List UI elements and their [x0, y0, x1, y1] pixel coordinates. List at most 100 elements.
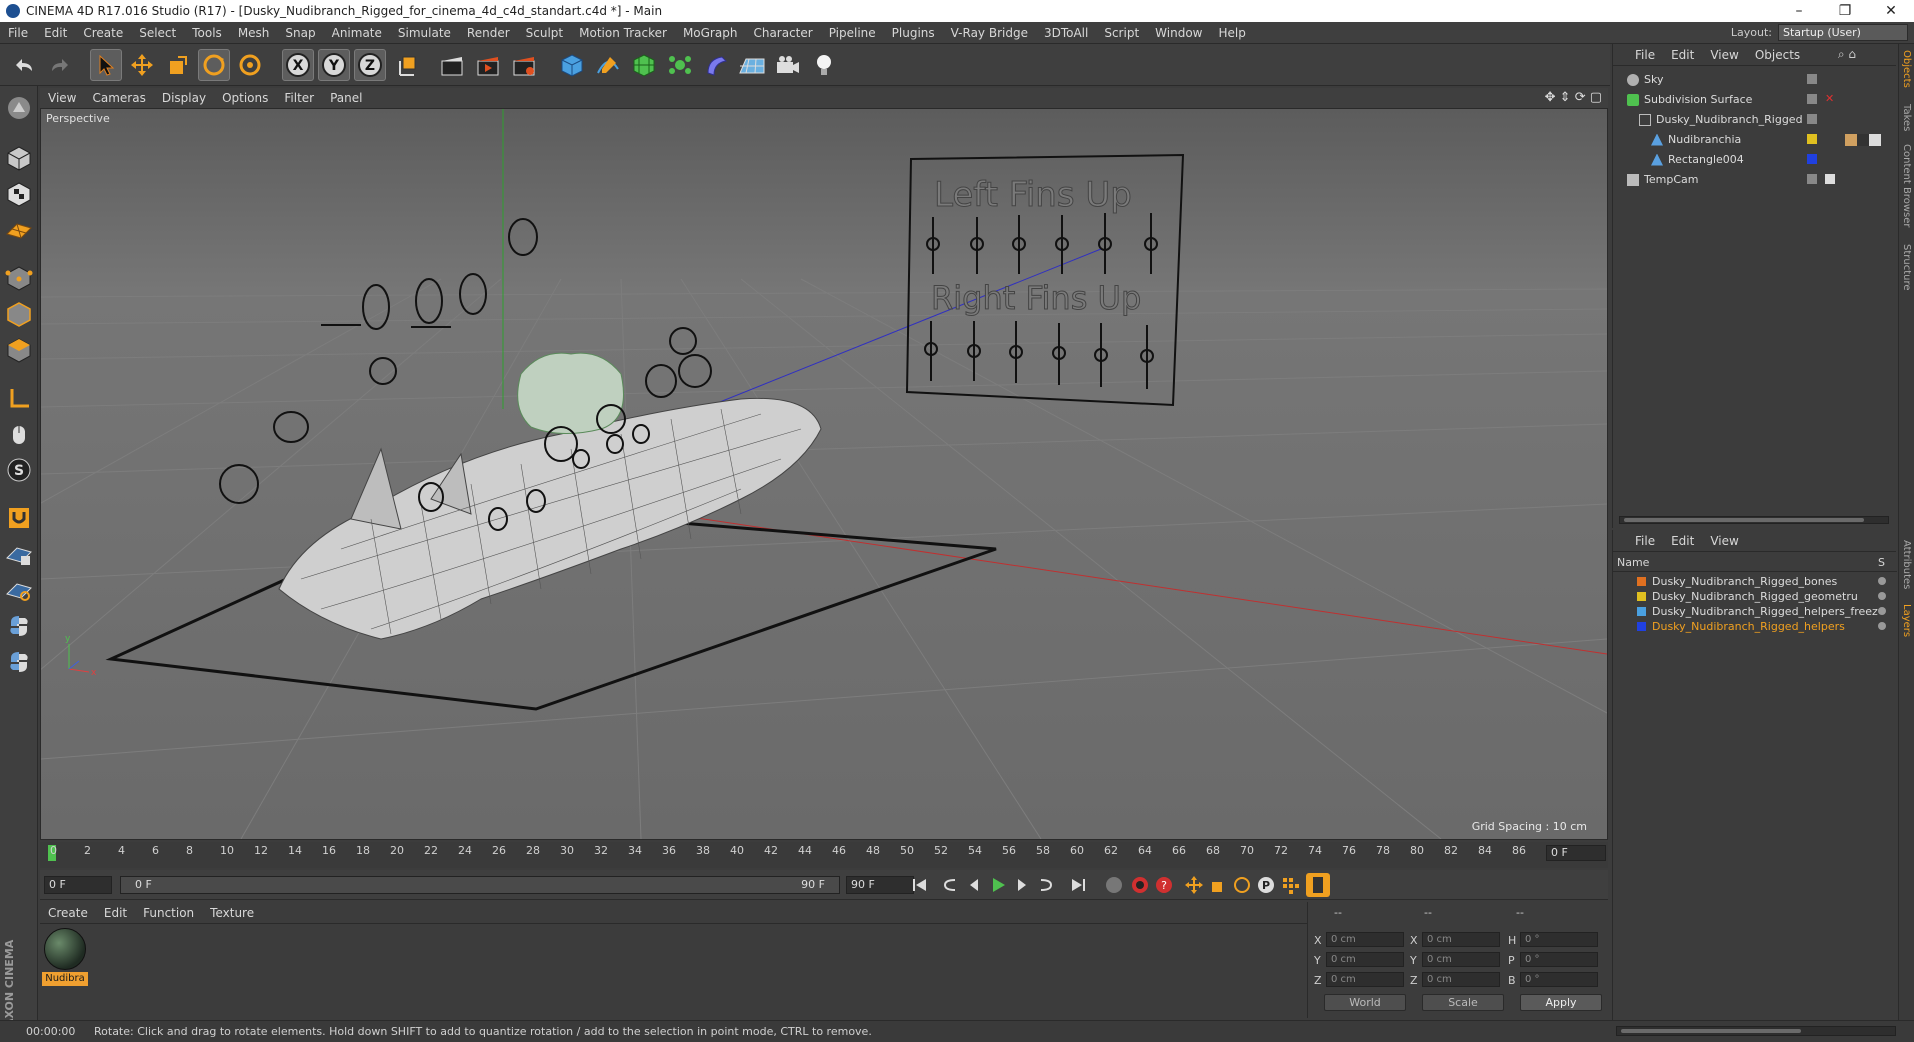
- pos-z-field[interactable]: 0 cm: [1326, 972, 1404, 987]
- menu-select[interactable]: Select: [131, 26, 184, 40]
- layer-col-name[interactable]: Name: [1617, 556, 1649, 569]
- render-view-button[interactable]: [436, 49, 468, 81]
- add-generator-button[interactable]: [628, 49, 660, 81]
- key-scale-button[interactable]: [1206, 873, 1230, 897]
- recent-tool-button[interactable]: [234, 49, 266, 81]
- add-deformer-button[interactable]: [700, 49, 732, 81]
- snapping-button[interactable]: S: [3, 454, 35, 486]
- obj-menu-view[interactable]: View: [1702, 48, 1746, 62]
- sky-visibility-icon[interactable]: [1807, 74, 1817, 84]
- start-frame-field[interactable]: 0 F: [44, 876, 112, 894]
- live-selection-button[interactable]: [90, 49, 122, 81]
- layer-color-swatch[interactable]: [1637, 577, 1646, 586]
- lock-workplane-button[interactable]: [3, 538, 35, 570]
- nudibranchia-tags-icon[interactable]: [1845, 134, 1881, 146]
- size-z-field[interactable]: 0 cm: [1422, 972, 1500, 987]
- tab-takes[interactable]: Takes: [1901, 104, 1912, 131]
- prev-key-button[interactable]: [938, 873, 962, 897]
- texture-mode-button[interactable]: [3, 178, 35, 210]
- layer-color-swatch[interactable]: [1637, 592, 1646, 601]
- rot-b-field[interactable]: 0 °: [1520, 972, 1598, 987]
- disabled-x-icon[interactable]: ✕: [1825, 93, 1835, 104]
- menu-edit[interactable]: Edit: [36, 26, 75, 40]
- status-scrollbar-thumb[interactable]: [1621, 1029, 1801, 1033]
- prev-frame-button[interactable]: [962, 873, 986, 897]
- nudibranchia-layer-icon[interactable]: [1807, 134, 1817, 144]
- size-mode-dropdown[interactable]: Scale: [1422, 994, 1504, 1011]
- menu-script[interactable]: Script: [1096, 26, 1147, 40]
- key-pla-button[interactable]: [1278, 873, 1302, 897]
- menu-pipeline[interactable]: Pipeline: [821, 26, 884, 40]
- rot-p-field[interactable]: 0 °: [1520, 952, 1598, 967]
- layer-color-swatch[interactable]: [1637, 607, 1646, 616]
- next-key-button[interactable]: [1034, 873, 1058, 897]
- redo-button[interactable]: [44, 49, 76, 81]
- material-name-label[interactable]: Nudibra: [42, 972, 88, 986]
- subdivision-visibility-icon[interactable]: [1807, 94, 1817, 104]
- menu-3dtoall[interactable]: 3DToAll: [1036, 26, 1096, 40]
- menu-simulate[interactable]: Simulate: [390, 26, 459, 40]
- menu-plugins[interactable]: Plugins: [884, 26, 943, 40]
- add-floor-button[interactable]: [736, 49, 768, 81]
- workplane-mode-button[interactable]: [3, 214, 35, 246]
- python-script-button[interactable]: [3, 610, 35, 642]
- rigged-visibility-icon[interactable]: [1807, 114, 1817, 124]
- vp-menu-options[interactable]: Options: [214, 91, 276, 105]
- key-rotation-button[interactable]: [1230, 873, 1254, 897]
- menu-window[interactable]: Window: [1147, 26, 1210, 40]
- rectangle-layer-icon[interactable]: [1807, 154, 1817, 164]
- coordinate-system-button[interactable]: [392, 49, 424, 81]
- layer-row-helpers-freez[interactable]: Dusky_Nudibranch_Rigged_helpers_freez: [1613, 604, 1897, 619]
- layer-menu-file[interactable]: File: [1613, 534, 1663, 548]
- layer-row-helpers[interactable]: Dusky_Nudibranch_Rigged_helpers: [1613, 619, 1897, 634]
- polygons-mode-button[interactable]: [3, 334, 35, 366]
- next-frame-button[interactable]: [1010, 873, 1034, 897]
- layer-menu-edit[interactable]: Edit: [1663, 534, 1702, 548]
- play-button[interactable]: [986, 873, 1010, 897]
- perspective-viewport[interactable]: Left Fins Up Right Fins Up y x Perspecti…: [40, 108, 1608, 840]
- layer-col-s[interactable]: S: [1878, 556, 1885, 569]
- render-to-picture-viewer-button[interactable]: [472, 49, 504, 81]
- tab-objects[interactable]: Objects: [1901, 50, 1912, 88]
- menu-character[interactable]: Character: [745, 26, 820, 40]
- add-mograph-button[interactable]: [664, 49, 696, 81]
- edges-mode-button[interactable]: [3, 298, 35, 330]
- object-row-sky[interactable]: Sky: [1613, 70, 1897, 89]
- layer-menu-view[interactable]: View: [1702, 534, 1746, 548]
- layer-row-geometru[interactable]: Dusky_Nudibranch_Rigged_geometru: [1613, 589, 1897, 604]
- move-tool-button[interactable]: [126, 49, 158, 81]
- tweak-mode-button[interactable]: [3, 418, 35, 450]
- add-light-button[interactable]: [808, 49, 840, 81]
- end-frame-field[interactable]: 90 F: [846, 876, 914, 894]
- layer-row-bones[interactable]: Dusky_Nudibranch_Rigged_bones: [1613, 574, 1897, 589]
- rotate-tool-button[interactable]: [198, 49, 230, 81]
- object-row-dusky-nudibranch-rigged[interactable]: Dusky_Nudibranch_Rigged: [1613, 110, 1897, 129]
- menu-animate[interactable]: Animate: [324, 26, 390, 40]
- planar-workplane-button[interactable]: [3, 574, 35, 606]
- tempcam-tag-icon[interactable]: [1825, 174, 1835, 184]
- coord-system-dropdown[interactable]: World: [1324, 994, 1406, 1011]
- minimize-button[interactable]: –: [1776, 0, 1822, 22]
- menu-create[interactable]: Create: [75, 26, 131, 40]
- size-y-field[interactable]: 0 cm: [1422, 952, 1500, 967]
- axis-mode-button[interactable]: [3, 382, 35, 414]
- model-mode-button[interactable]: [3, 142, 35, 174]
- render-settings-button[interactable]: [508, 49, 540, 81]
- y-axis-lock-button[interactable]: Y: [318, 49, 350, 81]
- undo-button[interactable]: [8, 49, 40, 81]
- vp-menu-panel[interactable]: Panel: [322, 91, 370, 105]
- make-editable-button[interactable]: [3, 92, 35, 124]
- tempcam-visibility-icon[interactable]: [1807, 174, 1817, 184]
- tab-content-browser[interactable]: Content Browser: [1901, 144, 1912, 227]
- mat-menu-texture[interactable]: Texture: [202, 906, 262, 920]
- pos-x-field[interactable]: 0 cm: [1326, 932, 1404, 947]
- scale-tool-button[interactable]: [162, 49, 194, 81]
- range-slider[interactable]: 0 F 90 F: [120, 876, 840, 894]
- python-script-2-button[interactable]: [3, 646, 35, 678]
- goto-start-button[interactable]: [908, 873, 932, 897]
- points-mode-button[interactable]: [3, 262, 35, 294]
- menu-motion-tracker[interactable]: Motion Tracker: [571, 26, 675, 40]
- tab-structure[interactable]: Structure: [1901, 244, 1912, 291]
- vp-menu-view[interactable]: View: [40, 91, 84, 105]
- tab-attributes[interactable]: Attributes: [1901, 540, 1912, 589]
